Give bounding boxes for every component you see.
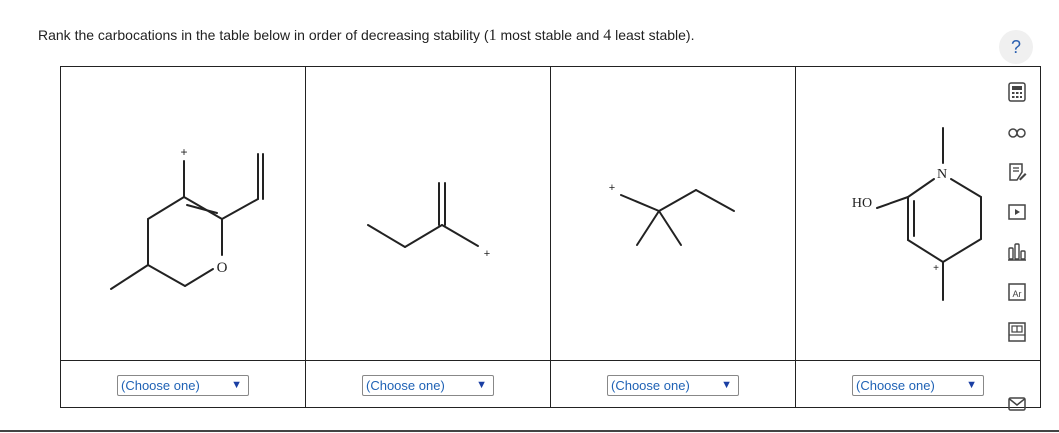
structure-cell-2: + (305, 66, 551, 361)
question-part: least stable). (611, 27, 695, 43)
bottom-divider (0, 430, 1059, 432)
glasses-icon (1008, 128, 1026, 138)
structure-cell-3: + (550, 66, 796, 361)
video-button[interactable] (1003, 198, 1031, 226)
question-part: most stable and (496, 27, 604, 43)
charge-label: + (180, 145, 187, 159)
video-icon (1008, 204, 1026, 220)
question-text: Rank the carbocations in the table below… (38, 27, 694, 45)
select-value: (Choose one) (366, 377, 445, 393)
periodic-table-button[interactable]: Ar (1003, 278, 1031, 306)
chart-button[interactable] (1003, 238, 1031, 266)
select-value: (Choose one) (121, 377, 200, 393)
chart-icon (1008, 243, 1026, 261)
hydroxyl-label: HO (852, 196, 872, 211)
rank-number-1: 1 (488, 27, 497, 44)
charge-label: + (484, 248, 490, 260)
rank-select-2[interactable]: (Choose one) ▼ (362, 374, 494, 396)
data-table-button[interactable] (1003, 318, 1031, 346)
dropdown-arrow-icon: ▼ (966, 379, 977, 391)
charge-label: + (609, 182, 615, 194)
oxygen-atom-label: O (217, 260, 228, 276)
notes-button[interactable] (1003, 158, 1031, 186)
data-table-icon (1008, 322, 1026, 342)
select-value: (Choose one) (611, 377, 690, 393)
periodic-table-icon: Ar (1008, 283, 1026, 301)
select-cell-2: (Choose one) ▼ (305, 360, 551, 408)
carbocation-structure-2: + (367, 182, 490, 260)
calculator-icon (1008, 82, 1026, 102)
svg-text:Ar: Ar (1013, 289, 1022, 299)
dropdown-arrow-icon: ▼ (721, 379, 732, 391)
message-button[interactable] (1003, 390, 1031, 418)
carbocation-structure-1: + O (110, 145, 264, 290)
rank-select-3[interactable]: (Choose one) ▼ (607, 374, 739, 396)
select-cell-3: (Choose one) ▼ (550, 360, 796, 408)
help-icon: ? (1010, 36, 1021, 57)
carbocation-structure-3: + (609, 182, 735, 246)
select-cell-1: (Choose one) ▼ (60, 360, 306, 408)
help-button[interactable]: ? (999, 30, 1033, 64)
question-part: Rank the carbocations in the table below… (38, 27, 489, 43)
notes-icon (1009, 163, 1027, 181)
structure-cell-1: + O (60, 66, 306, 361)
dropdown-arrow-icon: ▼ (476, 379, 487, 391)
rank-select-1[interactable]: (Choose one) ▼ (117, 374, 249, 396)
calculator-button[interactable] (1003, 78, 1031, 106)
nitrogen-atom-label: N (937, 167, 947, 182)
select-value: (Choose one) (856, 377, 935, 393)
rank-select-4[interactable]: (Choose one) ▼ (852, 374, 984, 396)
mail-icon (1008, 397, 1026, 411)
charge-label: + (933, 263, 939, 274)
ranking-table: + O + + HO N + (Choose one) ▼ (Choose on… (60, 66, 1041, 408)
reading-glasses-button[interactable] (1003, 118, 1031, 146)
dropdown-arrow-icon: ▼ (231, 379, 242, 391)
